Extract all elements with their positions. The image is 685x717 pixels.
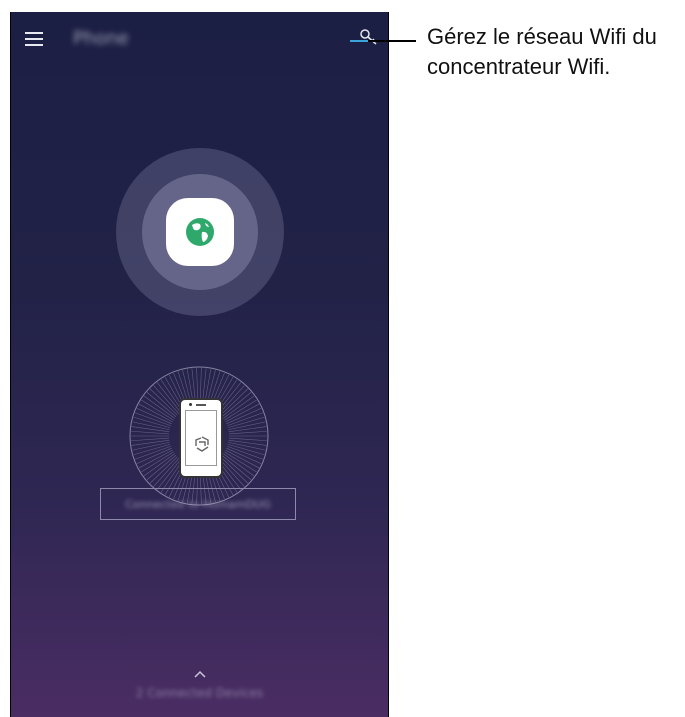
ray-line (131, 430, 170, 435)
ray-line (149, 456, 178, 484)
callout-line-2: concentrateur Wifi. (427, 54, 611, 79)
ray-line (226, 408, 262, 425)
phone-screen (185, 410, 217, 466)
ray-line (136, 408, 172, 425)
ray-line (220, 456, 249, 484)
ray-line (226, 447, 262, 464)
connection-status-text: Connected to HomamDUG (125, 498, 271, 511)
globe-icon (186, 218, 214, 246)
ray-line (220, 388, 249, 416)
ray-line (153, 385, 180, 414)
speaker-slot (196, 404, 206, 406)
ray-line (136, 447, 172, 464)
ray-line (153, 458, 180, 487)
ray-line (131, 426, 170, 433)
callout-line-1: Gérez le réseau Wifi du (427, 24, 657, 49)
ray-line (228, 437, 267, 442)
chevron-up-icon[interactable] (193, 664, 207, 678)
ray-line (228, 426, 267, 433)
device-phone[interactable] (179, 398, 223, 478)
ray-line (228, 430, 267, 435)
ray-line (228, 439, 267, 446)
wifi-hub-button[interactable] (166, 198, 234, 266)
callout-annotation: Gérez le réseau Wifi du concentrateur Wi… (427, 22, 685, 82)
ray-line (131, 437, 170, 442)
hub-rings (116, 148, 284, 506)
app-screen: Phone Connected to HomamDUG 2 Connected … (10, 12, 389, 717)
ray-line (131, 439, 170, 446)
ray-line (149, 388, 178, 416)
callout-leader-line (350, 40, 416, 42)
sync-logo-icon (195, 436, 209, 452)
camera-dot (189, 403, 192, 406)
connection-status-box: Connected to HomamDUG (100, 488, 296, 520)
connected-devices-label[interactable]: 2 Connected Devices (11, 686, 388, 700)
